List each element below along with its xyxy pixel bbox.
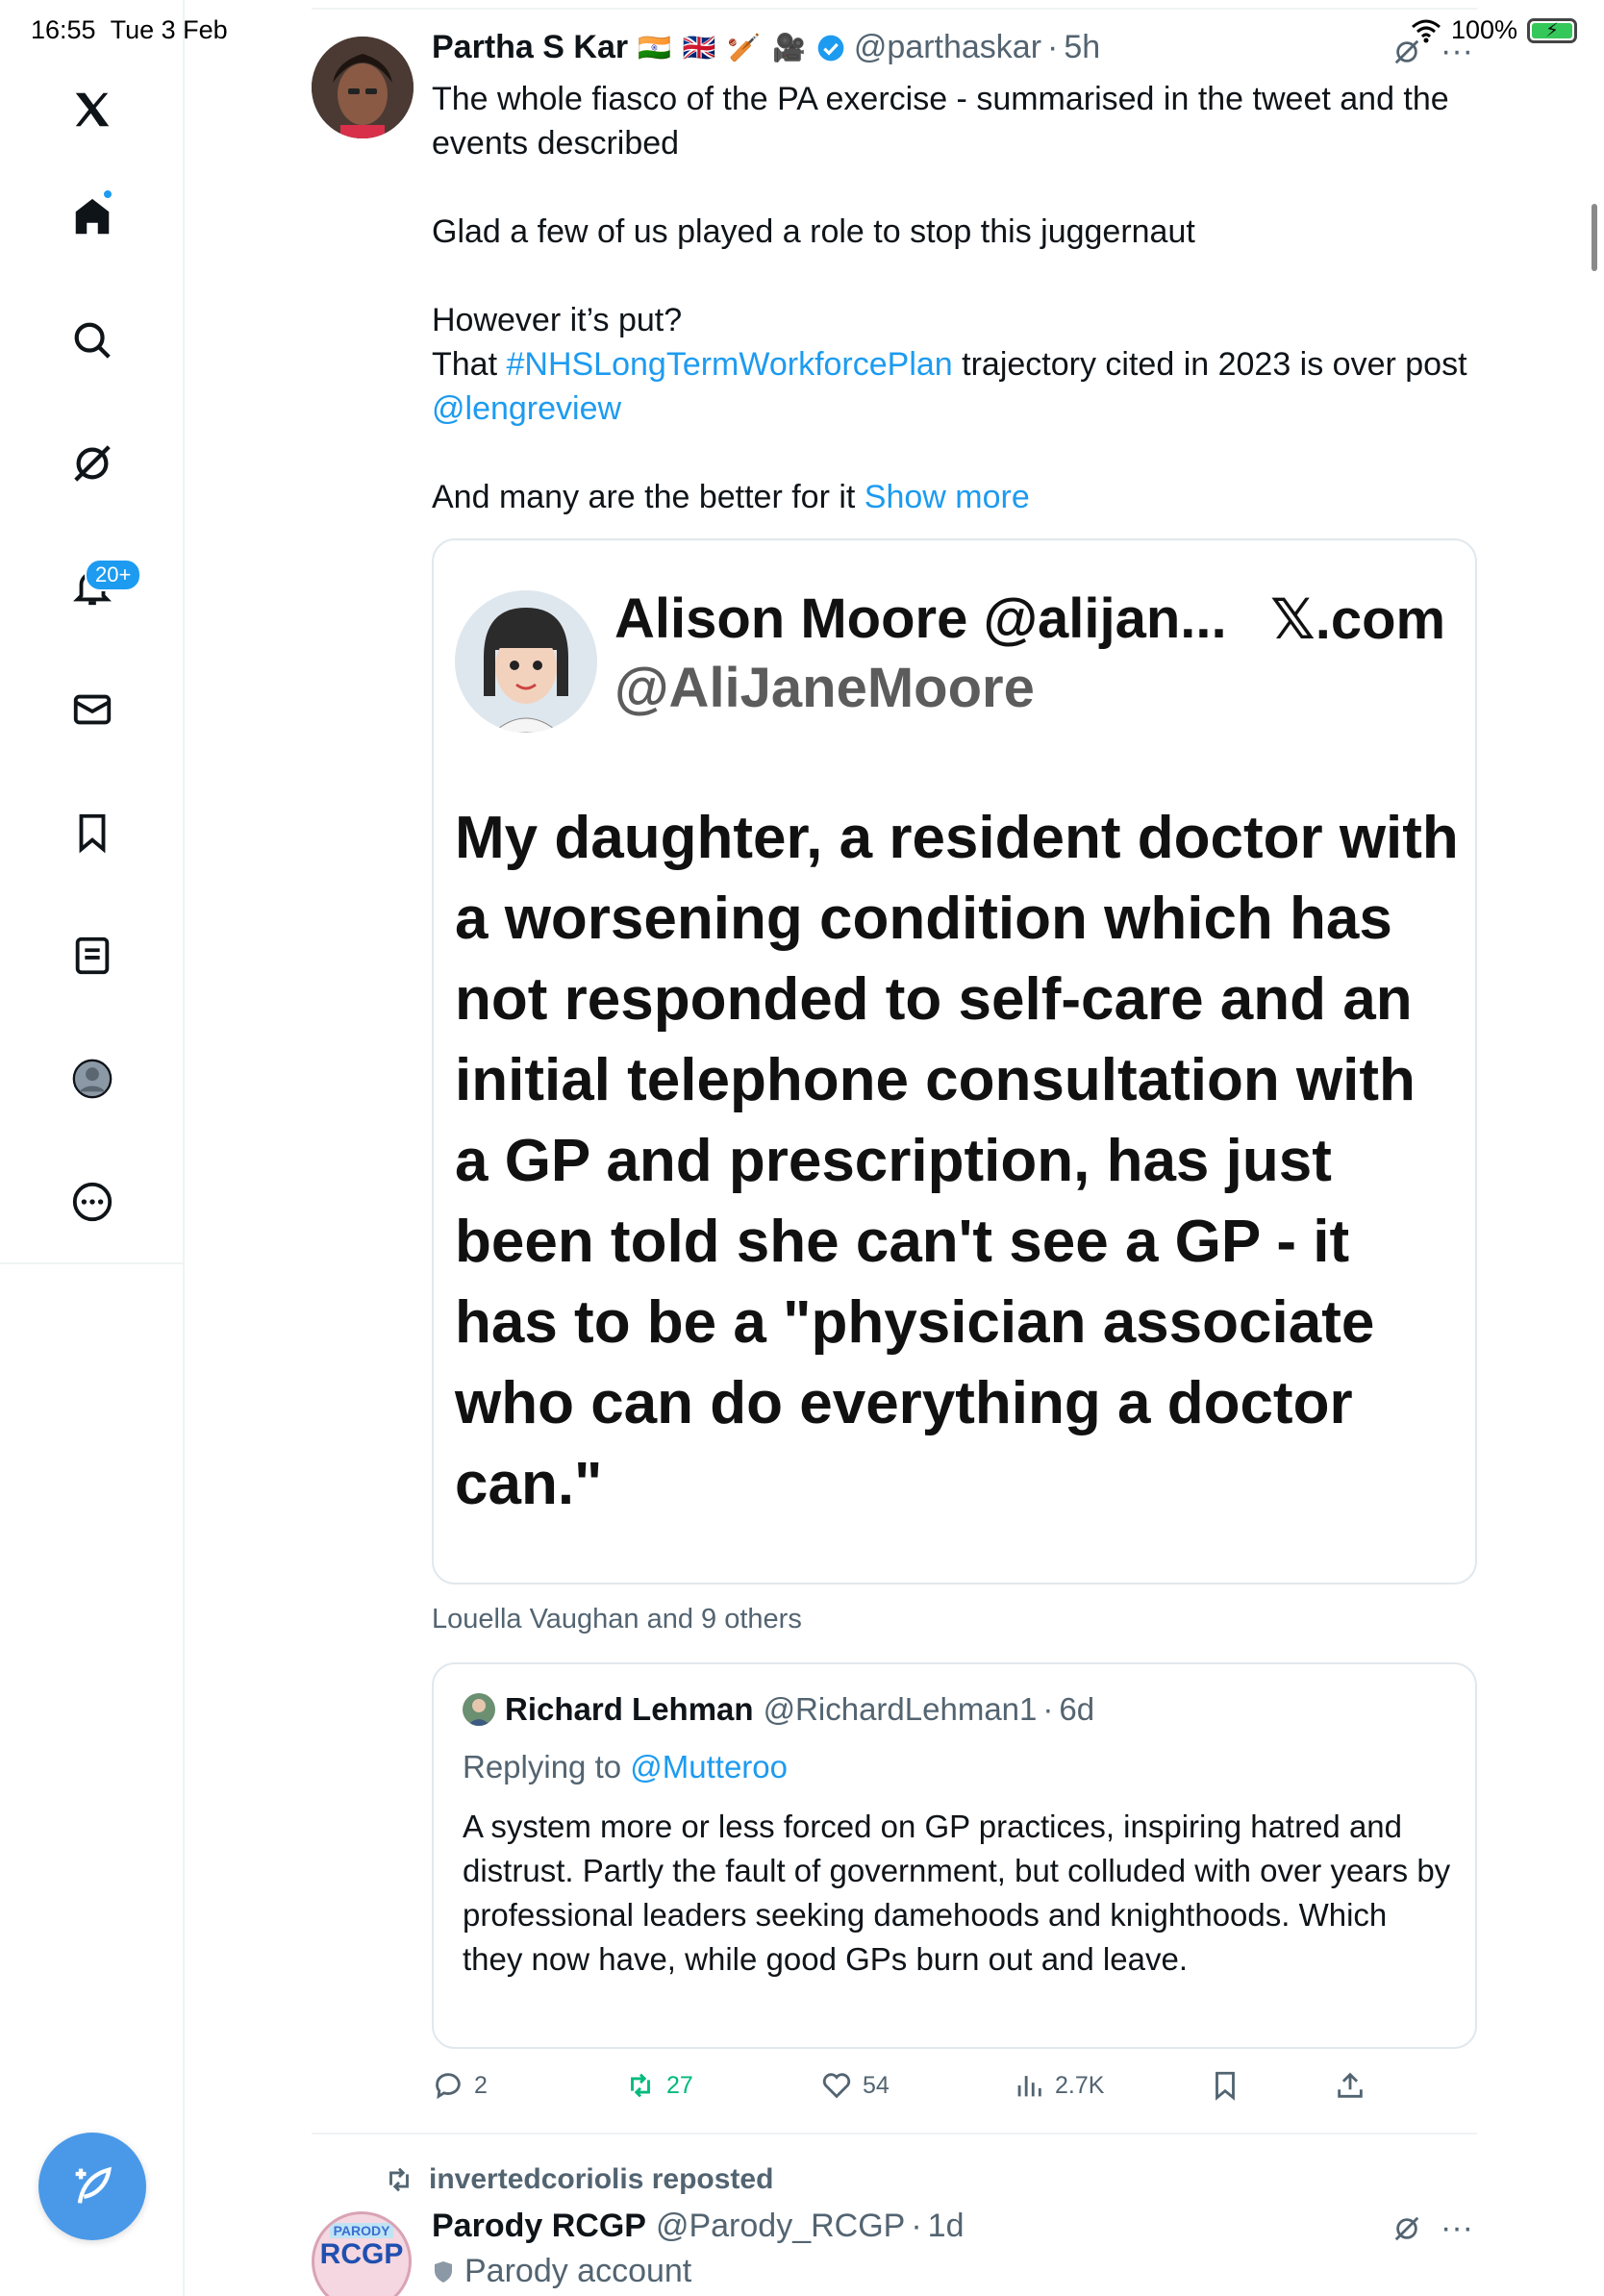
more-options-icon[interactable]: ··· — [1441, 2209, 1473, 2247]
image-source-label: 𝕏.com — [1270, 588, 1446, 651]
tweet-top-actions: ··· — [1392, 33, 1473, 70]
tweet-text: The whole fiasco of the PA exercise - su… — [432, 77, 1470, 519]
quoted-tweet-header: Richard Lehman @RichardLehman1 · 6d — [463, 1691, 1094, 1728]
reply-icon — [436, 2073, 461, 2100]
quoted-author-handle: @RichardLehman1 — [763, 1691, 1038, 1727]
like-count: 54 — [863, 2071, 890, 2099]
author-handle[interactable]: @parthaskar — [854, 29, 1041, 66]
repost-count: 27 — [666, 2071, 693, 2099]
liked-by-label[interactable]: Louella Vaughan and 9 others — [432, 1604, 802, 1635]
next-author-name[interactable]: Parody RCGP — [432, 2208, 646, 2245]
reply-button[interactable]: 2 — [432, 2069, 488, 2102]
like-button[interactable]: 54 — [820, 2069, 890, 2102]
quoted-tweet-text: A system more or less forced on GP pract… — [463, 1809, 1451, 1977]
profile-icon[interactable] — [63, 1050, 121, 1108]
next-tweet-time[interactable]: 1d — [928, 2208, 965, 2245]
avatar-label-top: PARODY — [329, 2223, 394, 2238]
heart-icon — [822, 2073, 851, 2099]
views-count: 2.7K — [1055, 2071, 1105, 2099]
share-icon — [1338, 2072, 1363, 2098]
next-tweet-header: Parody RCGP @Parody_RCGP · 1d — [432, 2208, 965, 2245]
more-icon[interactable] — [63, 1173, 121, 1231]
verified-badge-icon — [817, 35, 844, 61]
image-avatar — [455, 590, 597, 733]
tweet-image[interactable]: Alison Moore @alijan... @AliJaneMoore 𝕏.… — [432, 538, 1477, 1585]
battery-icon: ⚡ — [1527, 17, 1577, 43]
shield-icon — [435, 2260, 452, 2283]
grok-icon[interactable] — [63, 435, 121, 492]
grok-icon[interactable] — [1392, 2214, 1421, 2243]
repost-button[interactable]: 27 — [624, 2069, 693, 2102]
tweet-line: And many are the better for it Show more — [432, 479, 1030, 515]
tweet-line: The whole fiasco of the PA exercise - su… — [432, 81, 1449, 162]
reply-count: 2 — [474, 2071, 488, 2099]
parody-avatar[interactable]: PARODY RCGP — [312, 2211, 412, 2296]
show-more-link[interactable]: Show more — [865, 479, 1030, 515]
scrollbar[interactable] — [1591, 204, 1597, 271]
list-icon[interactable] — [63, 927, 121, 985]
quoted-author-name: Richard Lehman — [505, 1691, 754, 1727]
dot-separator: · — [1042, 1691, 1054, 1727]
compose-icon — [75, 2166, 112, 2204]
quoted-tweet-time: 6d — [1059, 1691, 1095, 1727]
replying-to: Replying to @Mutteroo — [463, 1749, 788, 1784]
next-author-handle[interactable]: @Parody_RCGP — [656, 2208, 905, 2245]
tweet-line: That #NHSLongTermWorkforcePlan trajector… — [432, 346, 1467, 427]
sidebar-divider — [0, 1262, 185, 1264]
tweet-actions: 2 27 54 2.7K — [432, 2069, 1393, 2108]
author-name[interactable]: Partha S Kar — [432, 29, 628, 66]
repost-icon — [389, 2167, 409, 2192]
image-quote-text: My daughter, a resident doctor with a wo… — [455, 805, 1459, 1517]
repost-by-label: invertedcoriolis reposted — [429, 2163, 774, 2195]
image-author-handle: @AliJaneMoore — [614, 657, 1035, 719]
mail-icon[interactable] — [63, 681, 121, 738]
x-logo-icon[interactable] — [63, 81, 121, 138]
avatar-label-main: RCGP — [319, 2238, 404, 2270]
quoted-tweet[interactable]: Richard Lehman @RichardLehman1 · 6d Repl… — [432, 1662, 1477, 2049]
tweet-divider — [312, 2133, 1477, 2134]
author-flags: 🇮🇳 🇬🇧 🏏 🎥 — [638, 33, 808, 62]
repost-indicator[interactable]: invertedcoriolis reposted — [383, 2163, 773, 2196]
more-options-icon[interactable]: ··· — [1441, 33, 1473, 70]
next-tweet-top-actions: ··· — [1392, 2209, 1473, 2247]
views-icon — [1017, 2076, 1041, 2097]
home-unread-dot — [102, 188, 113, 200]
grok-icon[interactable] — [1392, 37, 1421, 66]
tweet-header: Partha S Kar 🇮🇳 🇬🇧 🏏 🎥 @parthaskar · 5h — [432, 29, 1100, 66]
search-icon[interactable] — [63, 312, 121, 369]
replying-to-link[interactable]: @Mutteroo — [630, 1749, 788, 1784]
dot-separator: · — [911, 2208, 922, 2244]
views-button[interactable]: 2.7K — [1013, 2069, 1104, 2102]
hashtag-link[interactable]: #NHSLongTermWorkforcePlan — [506, 346, 952, 383]
image-author-name: Alison Moore @alijan... — [614, 587, 1227, 650]
author-avatar[interactable] — [312, 37, 414, 138]
mention-link[interactable]: @lengreview — [432, 390, 621, 427]
share-button[interactable] — [1334, 2069, 1366, 2102]
parody-account-label: Parody account — [432, 2253, 691, 2290]
dot-separator: · — [1047, 29, 1059, 65]
tweet-line: Glad a few of us played a role to stop t… — [432, 213, 1195, 250]
repost-icon — [631, 2073, 650, 2098]
timeline-divider — [312, 8, 1477, 10]
notifications-badge: 20+ — [85, 559, 142, 591]
bookmark-button[interactable] — [1209, 2069, 1241, 2102]
tweet-line: However it’s put? — [432, 302, 683, 338]
compose-button[interactable] — [38, 2133, 146, 2240]
quoted-author-avatar — [463, 1693, 495, 1726]
bookmark-icon[interactable] — [63, 804, 121, 861]
tweet-time[interactable]: 5h — [1064, 29, 1100, 66]
bookmark-icon — [1216, 2071, 1235, 2101]
